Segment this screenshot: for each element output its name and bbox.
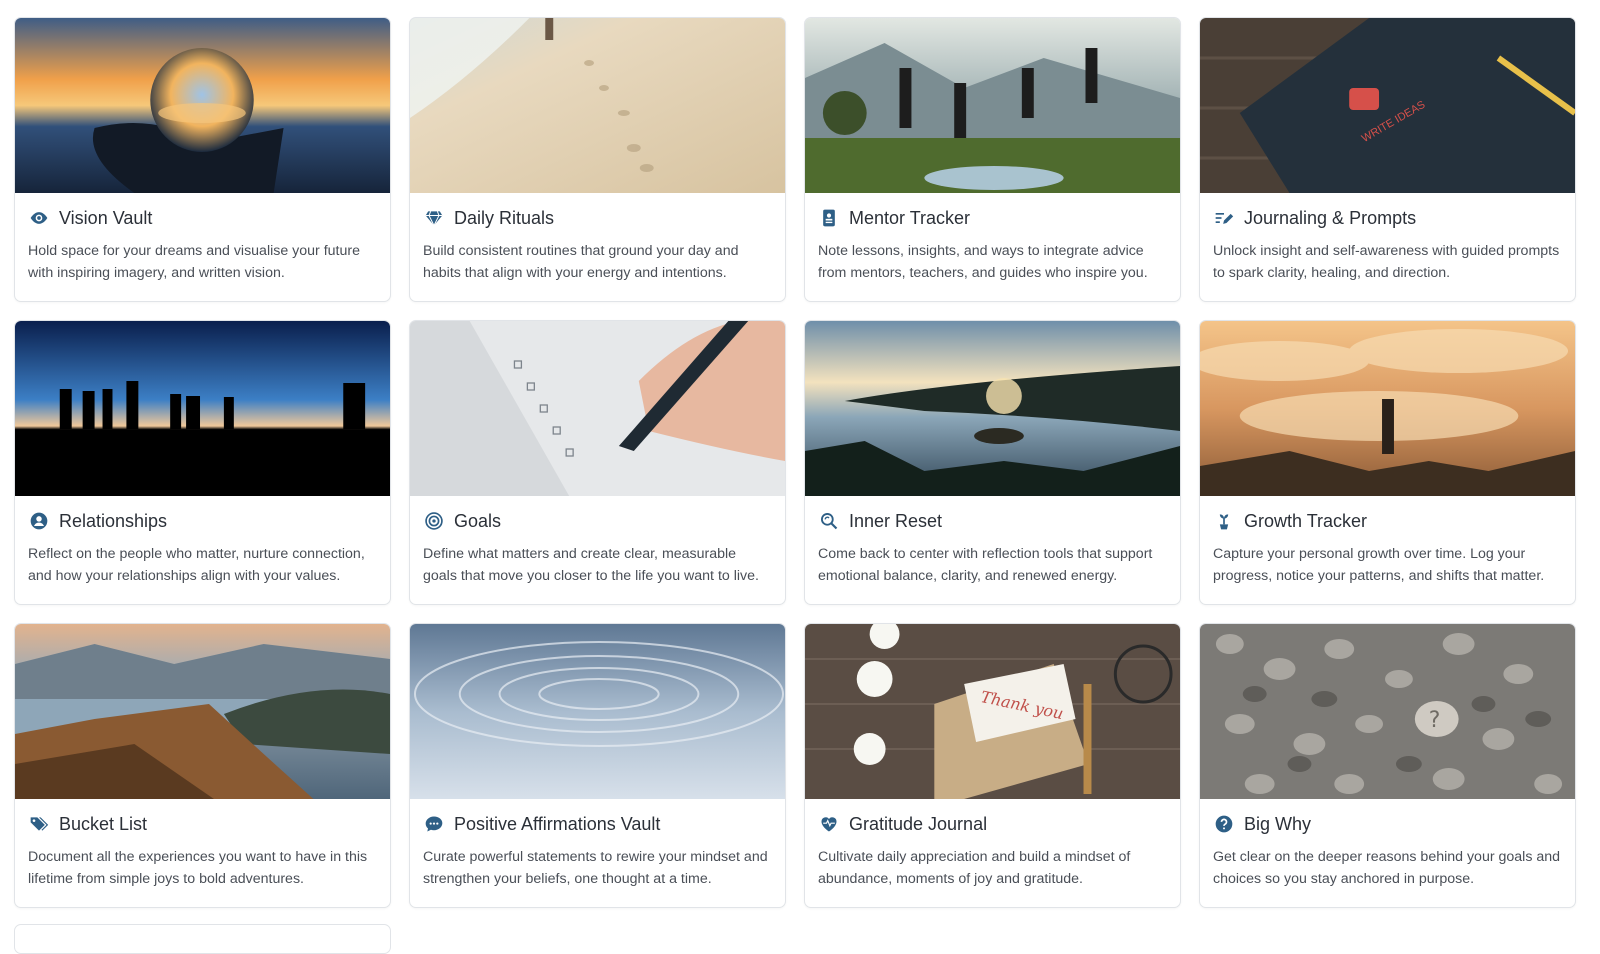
heart-pulse-icon <box>818 813 840 835</box>
card-title: Bucket List <box>59 813 148 834</box>
card-description: Get clear on the deeper reasons behind y… <box>1213 849 1561 887</box>
card-goals[interactable]: Goals Define what matters and create cle… <box>409 320 786 605</box>
card-description: Hold space for your dreams and visualise… <box>28 243 360 281</box>
card-journaling-prompts[interactable]: WRITE IDEAS Journaling & Prompts Unlock … <box>1199 17 1576 302</box>
card-grid: Vision Vault Hold space for your dreams … <box>14 17 1600 908</box>
seedling-icon <box>1213 510 1235 532</box>
question-circle-icon <box>1213 813 1235 835</box>
card-big-why[interactable]: ? Big Why Get clear on the deeper reason… <box>1199 623 1576 908</box>
card-title: Journaling & Prompts <box>1244 207 1417 228</box>
tags-icon <box>28 813 50 835</box>
thank-you-card-image: Thank you <box>805 624 1180 799</box>
card-description: Unlock insight and self-awareness with g… <box>1213 243 1560 281</box>
card-title: Mentor Tracker <box>849 207 971 228</box>
user-circle-icon <box>28 510 50 532</box>
card-description: Build consistent routines that ground yo… <box>423 243 739 281</box>
card-description: Note lessons, insights, and ways to inte… <box>818 243 1148 281</box>
card-description: Define what matters and create clear, me… <box>423 546 759 584</box>
card-daily-rituals[interactable]: Daily Rituals Build consistent routines … <box>409 17 786 302</box>
mountain-ridge-lake-image <box>15 624 390 799</box>
checklist-writing-image <box>410 321 785 496</box>
svg-text:?: ? <box>1429 708 1441 733</box>
card-growth-tracker[interactable]: Growth Tracker Capture your personal gro… <box>1199 320 1576 605</box>
diamond-icon <box>423 207 445 229</box>
card-mentor-tracker[interactable]: Mentor Tracker Note lessons, insights, a… <box>804 17 1181 302</box>
card-relationships[interactable]: Relationships Reflect on the people who … <box>14 320 391 605</box>
card-description: Cultivate daily appreciation and build a… <box>818 849 1131 887</box>
card-title: Inner Reset <box>849 510 943 531</box>
card-title: Vision Vault <box>59 207 153 228</box>
card-inner-reset[interactable]: Inner Reset Come back to center with ref… <box>804 320 1181 605</box>
card-gratitude-journal[interactable]: Thank you Gratitude Journal Cultivate da… <box>804 623 1181 908</box>
hiker-above-clouds-image <box>1200 321 1575 496</box>
chat-bubble-icon <box>423 813 445 835</box>
card-description: Come back to center with reflection tool… <box>818 546 1153 584</box>
pen-lines-icon <box>1213 207 1235 229</box>
card-title: Growth Tracker <box>1244 510 1368 531</box>
card-title: Daily Rituals <box>454 207 555 228</box>
crystal-ball-sunset-image <box>15 18 390 193</box>
card-title: Positive Affirmations Vault <box>454 813 661 834</box>
partial-card-next-row[interactable] <box>14 924 391 954</box>
card-positive-affirmations-vault[interactable]: Positive Affirmations Vault Curate power… <box>409 623 786 908</box>
card-bucket-list[interactable]: Bucket List Document all the experiences… <box>14 623 391 908</box>
beach-footprints-image <box>410 18 785 193</box>
lake-sunset-image <box>805 321 1180 496</box>
search-refresh-icon <box>818 510 840 532</box>
silhouettes-dusk-image <box>15 321 390 496</box>
people-jumping-mountains-image <box>805 18 1180 193</box>
card-title: Gratitude Journal <box>849 813 988 834</box>
contact-book-icon <box>818 207 840 229</box>
card-description: Reflect on the people who matter, nurtur… <box>28 546 365 584</box>
target-icon <box>423 510 445 532</box>
notebook-write-ideas-image: WRITE IDEAS <box>1200 18 1575 193</box>
card-title: Goals <box>454 510 502 531</box>
card-description: Document all the experiences you want to… <box>28 849 368 887</box>
card-title: Big Why <box>1244 813 1312 834</box>
pebbles-question-image: ? <box>1200 624 1575 799</box>
water-ripples-image <box>410 624 785 799</box>
card-vision-vault[interactable]: Vision Vault Hold space for your dreams … <box>14 17 391 302</box>
eye-icon <box>28 207 50 229</box>
card-description: Capture your personal growth over time. … <box>1213 546 1545 584</box>
card-description: Curate powerful statements to rewire you… <box>423 849 768 887</box>
card-title: Relationships <box>59 510 168 531</box>
